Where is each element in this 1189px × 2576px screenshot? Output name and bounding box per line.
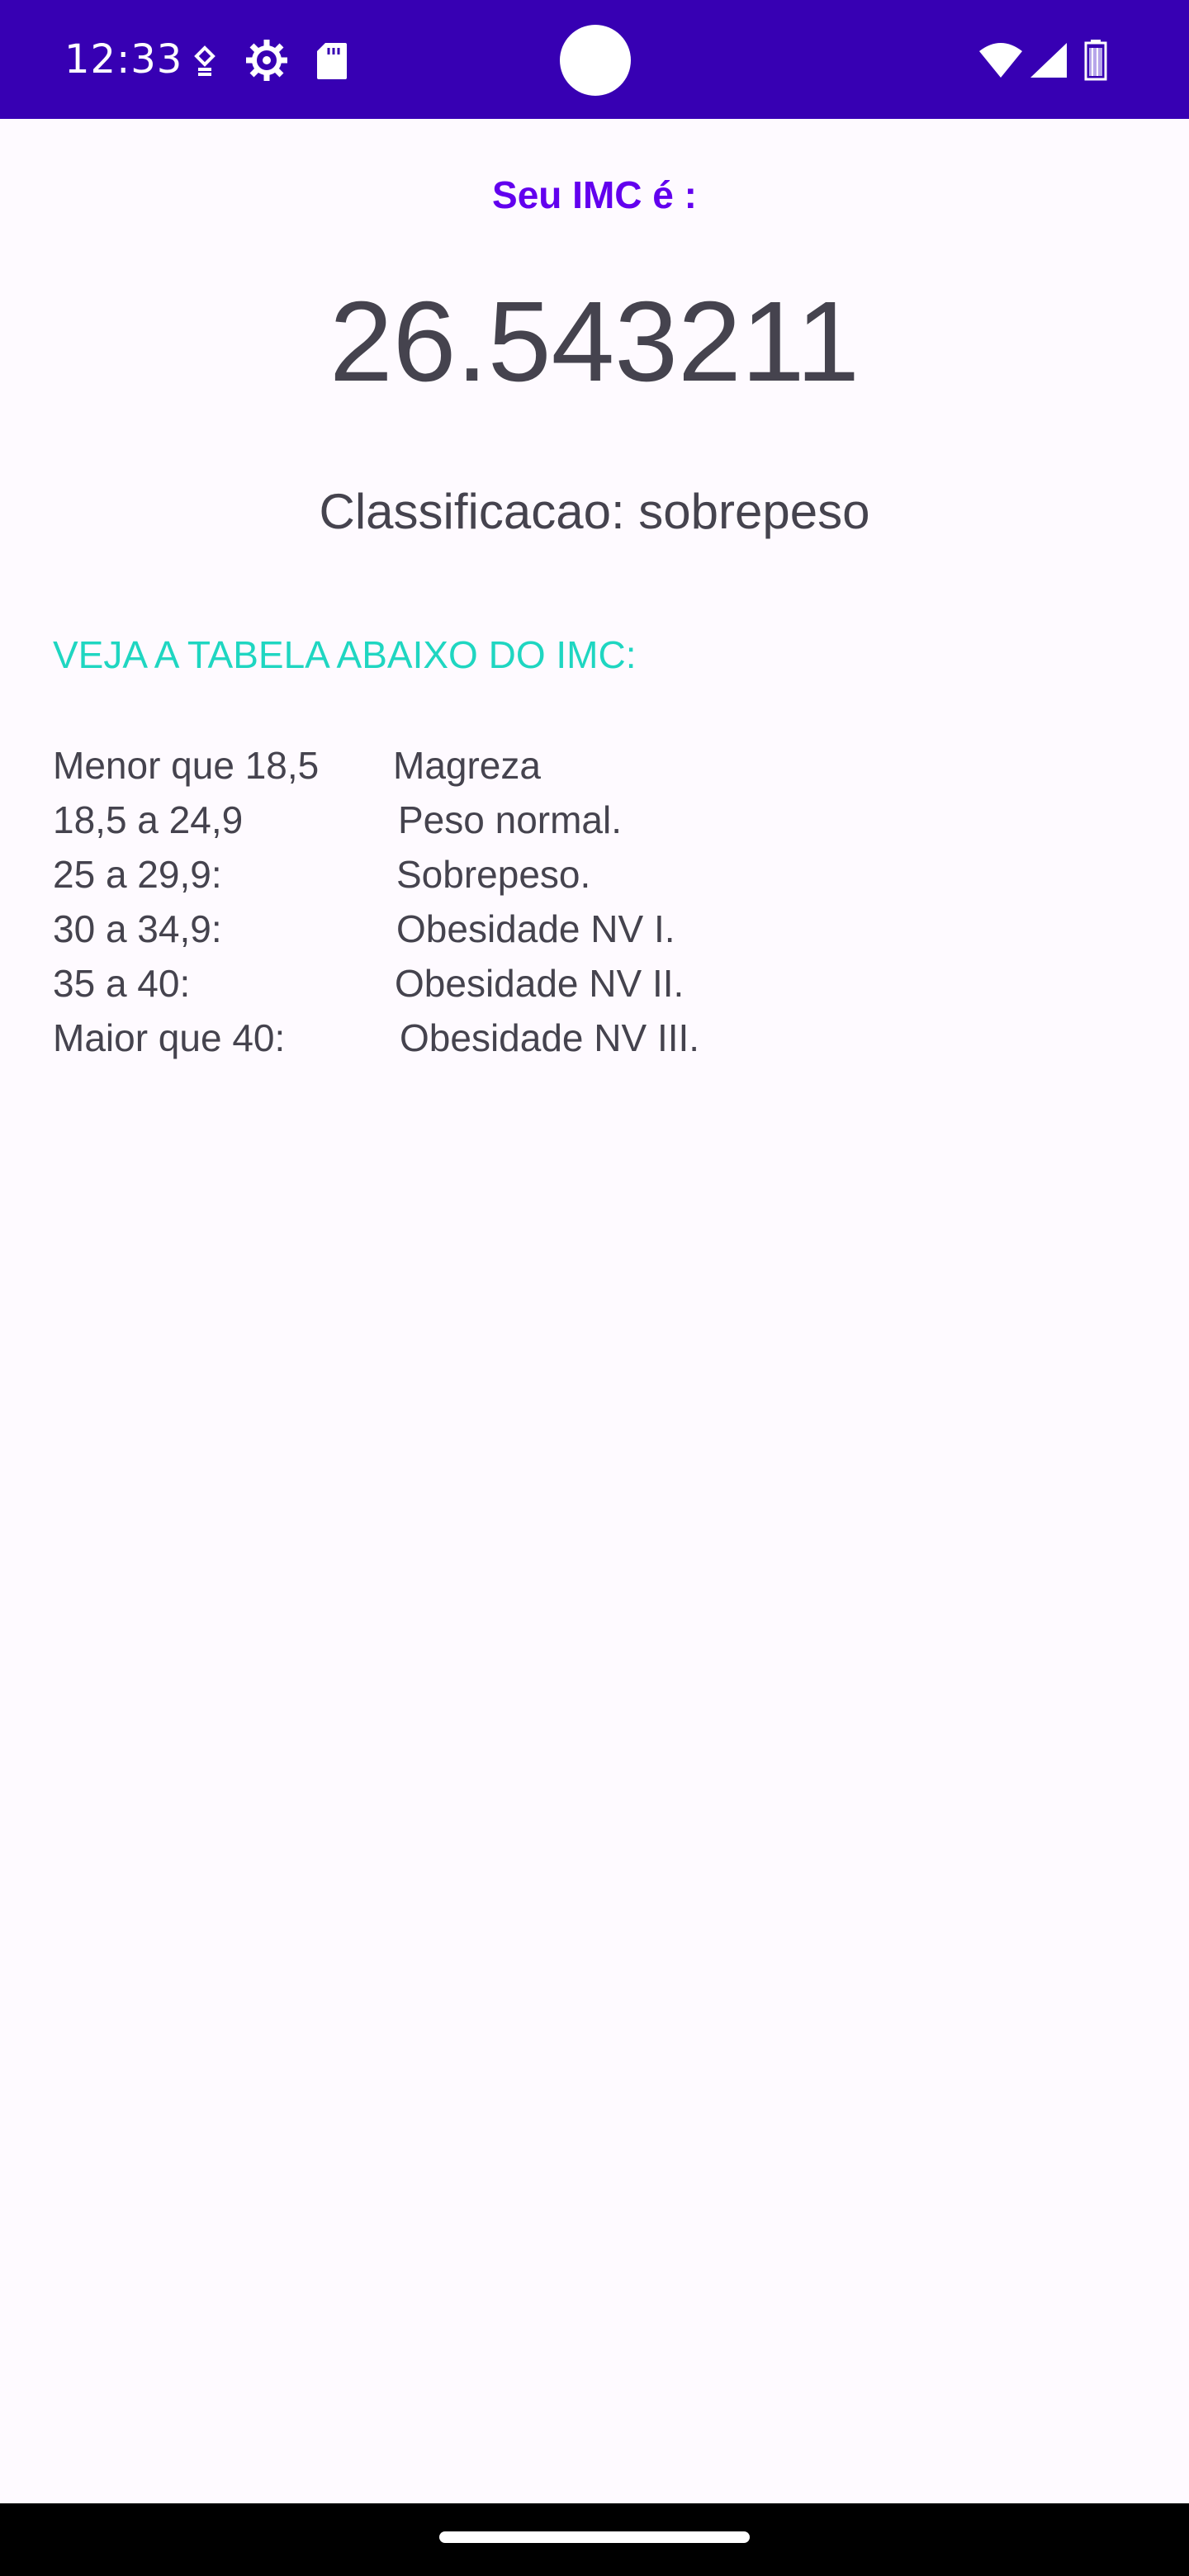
imc-table-row: Maior que 40: Obesidade NV III. — [53, 1011, 879, 1065]
signal-icon — [1030, 43, 1067, 78]
settings-gear-icon — [246, 40, 287, 81]
imc-classification: Obesidade NV III. — [400, 1016, 700, 1059]
imc-range: Menor que 18,5 — [53, 744, 320, 787]
status-bar: 12:33 — [0, 0, 1189, 119]
home-indicator[interactable] — [439, 2531, 750, 2543]
navigation-bar — [0, 2503, 1189, 2576]
wifi-icon — [979, 43, 1022, 78]
imc-classification: Sobrepeso. — [396, 853, 591, 896]
imc-table-heading: VEJA A TABELA ABAIXO DO IMC: — [53, 633, 637, 676]
imc-classification: Obesidade NV I. — [396, 907, 675, 950]
imc-table-row: 30 a 34,9: Obesidade NV I. — [53, 902, 879, 956]
imc-label: Seu IMC é : — [492, 173, 697, 216]
imc-result-screen: Seu IMC é : 26.543211 Classificacao: sob… — [0, 119, 1189, 2503]
imc-table: Menor que 18,5 Magreza 18,5 a 24,9 Peso … — [53, 738, 879, 1065]
imc-range: 25 a 29,9: — [53, 853, 222, 896]
classification-text: Classificacao: sobrepeso — [319, 484, 870, 539]
camera-cutout — [560, 25, 631, 96]
imc-classification: Magreza — [393, 744, 541, 787]
status-time: 12:33 — [64, 36, 183, 83]
imc-classification: Peso normal. — [398, 798, 623, 841]
notification-small-icon — [194, 45, 216, 76]
imc-table-row: 25 a 29,9: Sobrepeso. — [53, 847, 879, 902]
sd-card-icon — [317, 43, 347, 79]
imc-range: Maior que 40: — [53, 1016, 286, 1059]
imc-table-row: 18,5 a 24,9 Peso normal. — [53, 793, 879, 847]
imc-range: 18,5 a 24,9 — [53, 798, 244, 841]
imc-value: 26.543211 — [329, 278, 860, 405]
imc-classification: Obesidade NV II. — [395, 962, 685, 1005]
imc-range: 35 a 40: — [53, 962, 191, 1005]
battery-icon — [1084, 40, 1107, 81]
imc-table-row: 35 a 40: Obesidade NV II. — [53, 956, 879, 1011]
imc-table-row: Menor que 18,5 Magreza — [53, 738, 879, 793]
imc-range: 30 a 34,9: — [53, 907, 222, 950]
